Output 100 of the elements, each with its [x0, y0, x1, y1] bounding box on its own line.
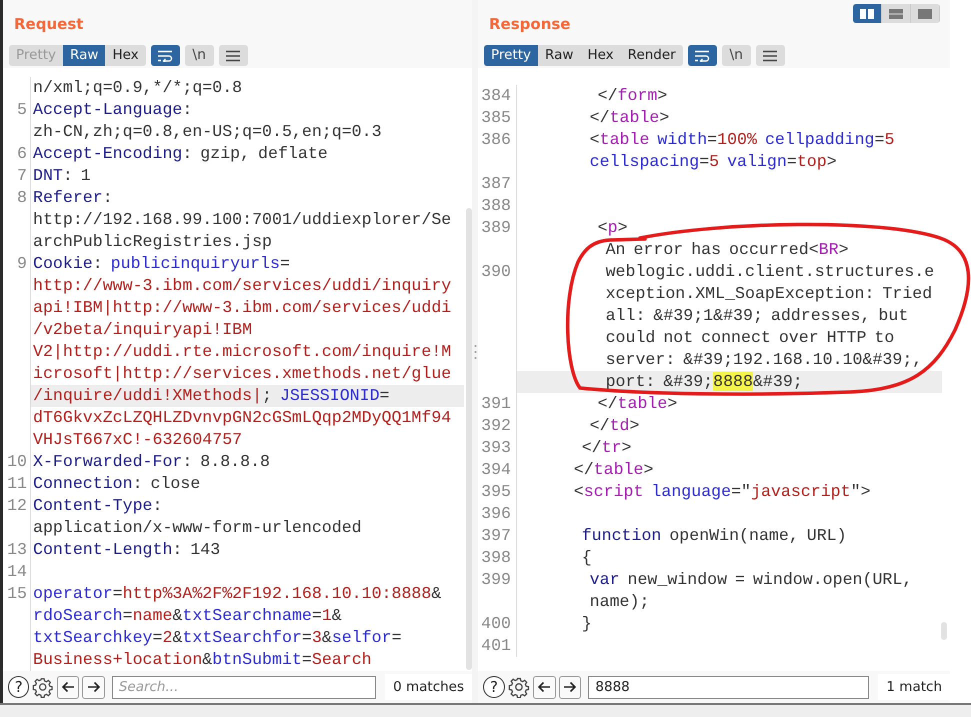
line-number: 399: [478, 569, 517, 591]
menu-icon: [225, 50, 242, 62]
code-line: application/x-www-form-urlencoded: [32, 517, 363, 539]
line-number: 400: [478, 613, 517, 635]
menu-button[interactable]: [218, 45, 248, 66]
split-view-icon: [859, 8, 875, 20]
code-line: dT6GkvxZcLZQHLZDvnvpGN2cGSmLQqp2MDyQQ1Mf94: [32, 407, 452, 429]
code-line: server: &#39;192.168.10.10&#39;,: [604, 349, 924, 371]
line-number: 14: [3, 561, 31, 583]
line-number: 387: [478, 173, 517, 195]
view-tab[interactable]: Render: [620, 45, 683, 66]
code-line: VHJsT667xC!-632604757: [32, 429, 244, 451]
code-line: V2|http://uddi.rte.microsoft.com/inquire!M: [32, 341, 452, 363]
code-line: zh-CN,zh;q=0.8,en-US;q=0.5,en;q=0.3: [32, 121, 383, 143]
line-number: 13: [3, 539, 31, 561]
code-line: </table>: [596, 393, 678, 415]
arrow-right-icon: [86, 681, 101, 693]
previous-button[interactable]: [532, 676, 556, 698]
line-number: 12: [3, 495, 31, 517]
code-line: name);: [588, 591, 650, 613]
arrow-left-icon: [61, 681, 76, 693]
code-line: An error has occurred<BR>: [604, 239, 850, 261]
code-line: Business+location&btnSubmit=Search: [32, 649, 373, 671]
stacked-view-icon: [888, 8, 904, 20]
code-line: </tr>: [580, 437, 633, 459]
line-number: 398: [478, 547, 517, 569]
code-line: http://192.168.99.100:7001/uddiexplorer/Se: [32, 209, 452, 231]
view-tab[interactable]: Pretty: [484, 45, 538, 66]
settings-icon[interactable]: [508, 676, 530, 698]
line-number: 395: [478, 481, 517, 503]
layout-button[interactable]: [853, 4, 882, 23]
line-number: 11: [3, 473, 31, 495]
line-number: 397: [478, 525, 517, 547]
code-line: <script language="javascript">: [572, 481, 872, 503]
line-number: 8: [3, 187, 31, 209]
code-line: txtSearchkey=2&txtSearchfor=3&selfor=: [32, 627, 403, 649]
menu-icon: [762, 50, 778, 62]
menu-button[interactable]: [756, 45, 785, 66]
code-line: <p>: [596, 217, 629, 239]
code-line: <table width=100% cellpadding=5: [588, 129, 896, 151]
match-count: 0 matches: [385, 674, 472, 700]
code-line: rdoSearch=name&txtSearchname=1&: [32, 605, 343, 627]
line-number: 392: [478, 415, 517, 437]
view-tab[interactable]: Raw: [538, 45, 580, 66]
wrap-button[interactable]: [150, 45, 180, 66]
code-line: archPublicRegistries.jsp: [32, 231, 273, 253]
code-line: Accept-Encoding: gzip, deflate: [32, 143, 329, 165]
code-line: Referer:: [32, 187, 114, 209]
code-line: Accept-Language:: [32, 99, 194, 121]
arrow-right-icon: [562, 681, 577, 693]
code-line: {: [580, 547, 593, 569]
code-line: could not connect over HTTP to: [604, 327, 896, 349]
view-tab[interactable]: Hex: [105, 45, 146, 66]
line-number: 401: [478, 635, 517, 657]
help-button[interactable]: ?: [8, 676, 30, 698]
code-line: X-Forwarded-For: 8.8.8.8: [32, 451, 271, 473]
line-number: 7: [3, 165, 31, 187]
code-line: xception.XML_SoapException: Tried: [604, 283, 934, 305]
code-line: api!IBM|http://www-3.ibm.com/services/uddi: [32, 297, 452, 319]
code-line: n/xml;q=0.9,*/*;q=0.8: [32, 77, 244, 99]
match-count: 1 match: [878, 674, 950, 700]
code-line: cellspacing=5 valign=top>: [588, 151, 838, 173]
line-number: 393: [478, 437, 517, 459]
line-number: 15: [3, 583, 31, 605]
previous-button[interactable]: [56, 676, 80, 698]
line-number: 9: [3, 253, 31, 275]
code-line: }: [580, 613, 593, 635]
code-line: </td>: [588, 415, 640, 437]
search-field[interactable]: 8888: [588, 676, 870, 698]
line-number: 6: [3, 143, 31, 165]
code-line: </form>: [596, 85, 668, 107]
newline-button[interactable]: \n: [184, 45, 214, 66]
pane-title: Request: [14, 14, 84, 35]
search-field[interactable]: Search...: [112, 676, 376, 698]
code-line: DNT: 1: [32, 165, 92, 187]
next-button[interactable]: [82, 676, 105, 698]
view-tab[interactable]: Raw: [63, 45, 106, 66]
line-number: 391: [478, 393, 517, 415]
single-view-icon: [917, 8, 933, 20]
line-number: 386: [478, 129, 517, 151]
code-line: </table>: [572, 459, 654, 481]
help-button[interactable]: ?: [483, 676, 505, 698]
code-line: weblogic.uddi.client.structures.e: [604, 261, 936, 283]
code-line: http://www-3.ibm.com/services/uddi/inquiry: [32, 275, 452, 297]
line-number: 385: [478, 107, 517, 129]
scrollbar-thumb[interactable]: [941, 622, 947, 640]
settings-icon[interactable]: [32, 676, 54, 698]
line-number: 384: [478, 85, 517, 107]
line-number: 394: [478, 459, 517, 481]
line-number: 389: [478, 217, 517, 239]
view-tab[interactable]: Hex: [580, 45, 621, 66]
code-line: Content-Type:: [32, 495, 164, 517]
wrap-button[interactable]: [688, 45, 717, 66]
line-number: 396: [478, 503, 517, 525]
code-line: all: &#39;1&#39; addresses, but: [604, 305, 910, 327]
line-number: 388: [478, 195, 517, 217]
drag-handle-icon[interactable]: [474, 344, 476, 360]
next-button[interactable]: [558, 676, 582, 698]
newline-button[interactable]: \n: [722, 45, 751, 66]
scrollbar-thumb[interactable]: [466, 208, 472, 670]
